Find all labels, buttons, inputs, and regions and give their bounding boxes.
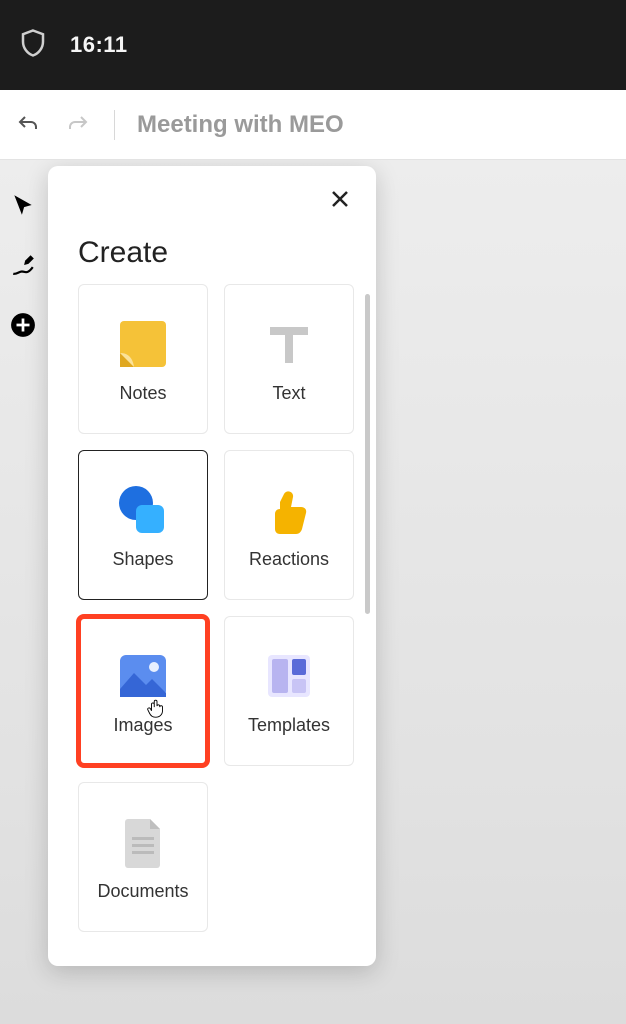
card-label: Text (272, 383, 305, 404)
add-tool[interactable] (2, 304, 44, 346)
templates-icon (260, 647, 318, 705)
redo-button[interactable] (64, 111, 92, 139)
close-button[interactable] (322, 182, 358, 218)
create-item-reactions[interactable]: Reactions (224, 450, 354, 600)
card-label: Reactions (249, 549, 329, 570)
document-title[interactable]: Meeting with MEO (137, 111, 344, 139)
card-label: Notes (119, 383, 166, 404)
shield-icon (18, 28, 48, 63)
create-item-shapes[interactable]: Shapes (78, 450, 208, 600)
images-icon (114, 647, 172, 705)
notes-icon (114, 315, 172, 373)
panel-scroll-area[interactable]: Notes Text Shapes (48, 284, 376, 966)
create-item-documents[interactable]: Documents (78, 782, 208, 932)
status-bar: 16:11 (0, 0, 626, 90)
documents-icon (114, 813, 172, 871)
hand-cursor-icon (146, 697, 168, 719)
toolbar-divider (114, 110, 115, 140)
create-panel: Create Notes Text (48, 166, 376, 966)
scrollbar-thumb[interactable] (365, 294, 370, 614)
select-tool[interactable] (2, 184, 44, 226)
top-toolbar: Meeting with MEO (0, 90, 626, 160)
create-item-images[interactable]: Images (78, 616, 208, 766)
undo-button[interactable] (14, 111, 42, 139)
reactions-icon (260, 481, 318, 539)
card-label: Documents (97, 881, 188, 902)
status-time: 16:11 (70, 32, 128, 58)
create-item-notes[interactable]: Notes (78, 284, 208, 434)
card-label: Templates (248, 715, 330, 736)
side-toolbar (2, 184, 44, 346)
create-item-text[interactable]: Text (224, 284, 354, 434)
shapes-icon (114, 481, 172, 539)
panel-title: Create (48, 218, 376, 284)
canvas-area[interactable]: Create Notes Text (0, 160, 626, 1024)
ink-tool[interactable] (2, 244, 44, 286)
close-icon (328, 187, 352, 214)
card-label: Shapes (112, 549, 173, 570)
text-icon (260, 315, 318, 373)
create-item-templates[interactable]: Templates (224, 616, 354, 766)
